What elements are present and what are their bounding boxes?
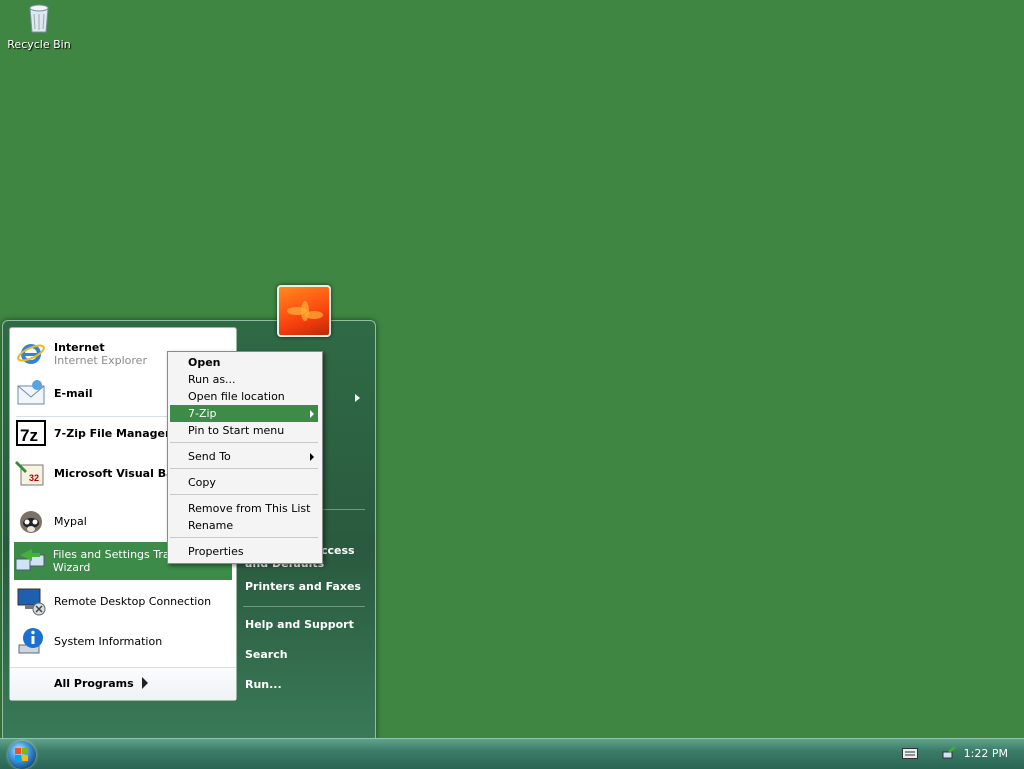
ctx-remove-from-list-label: Remove from This List bbox=[188, 502, 311, 515]
all-programs-arrow-icon bbox=[142, 677, 148, 689]
ctx-open-label: Open bbox=[188, 356, 221, 369]
remote-desktop-icon bbox=[14, 584, 48, 618]
right-run[interactable]: Run... bbox=[245, 678, 282, 691]
ctx-separator bbox=[170, 468, 318, 469]
ctx-run-as[interactable]: Run as... bbox=[170, 371, 318, 388]
ctx-properties[interactable]: Properties bbox=[170, 543, 318, 560]
ctx-rename-label: Rename bbox=[188, 519, 234, 532]
email-icon bbox=[14, 376, 48, 410]
keyboard-icon[interactable] bbox=[902, 748, 918, 759]
ctx-rename[interactable]: Rename bbox=[170, 517, 318, 534]
7zip-icon: 7z bbox=[14, 416, 48, 450]
ctx-copy[interactable]: Copy bbox=[170, 474, 318, 491]
program-remote-desktop-label: Remote Desktop Connection bbox=[54, 594, 212, 608]
ctx-send-to[interactable]: Send To bbox=[170, 448, 318, 465]
system-tray: 1:22 PM bbox=[884, 739, 1024, 769]
internet-explorer-icon bbox=[14, 337, 48, 371]
svg-text:32: 32 bbox=[29, 473, 39, 483]
submenu-arrow-icon bbox=[310, 453, 314, 461]
program-internet-subtitle: Internet Explorer bbox=[54, 354, 147, 367]
ctx-send-to-label: Send To bbox=[188, 450, 231, 463]
user-picture[interactable] bbox=[277, 285, 331, 337]
program-system-info-label: System Information bbox=[54, 634, 163, 648]
ctx-properties-label: Properties bbox=[188, 545, 244, 558]
context-menu: Open Run as... Open file location 7-Zip … bbox=[167, 351, 323, 564]
ctx-7zip-label: 7-Zip bbox=[188, 407, 217, 420]
ctx-remove-from-list[interactable]: Remove from This List bbox=[170, 500, 318, 517]
ctx-open[interactable]: Open bbox=[170, 354, 318, 371]
program-mypal-label: Mypal bbox=[54, 514, 87, 528]
windows-flag-icon bbox=[15, 748, 28, 761]
right-pane-separator-2 bbox=[243, 606, 365, 607]
ctx-open-file-location-label: Open file location bbox=[188, 390, 285, 403]
right-pane-arrow-icon bbox=[355, 394, 360, 402]
program-internet-title: Internet bbox=[54, 341, 105, 354]
network-icon[interactable] bbox=[942, 745, 958, 761]
taskbar: 1:22 PM bbox=[0, 738, 1024, 769]
transfer-wizard-icon bbox=[14, 544, 47, 578]
ctx-copy-label: Copy bbox=[188, 476, 216, 489]
ctx-separator bbox=[170, 537, 318, 538]
svg-text:7z: 7z bbox=[20, 426, 38, 445]
right-search[interactable]: Search bbox=[245, 648, 288, 661]
ctx-separator bbox=[170, 442, 318, 443]
mypal-icon bbox=[14, 504, 48, 538]
visual-basic-icon: 32 bbox=[14, 456, 48, 490]
ctx-pin-to-start-label: Pin to Start menu bbox=[188, 424, 285, 437]
program-7zip-label: 7-Zip File Manager bbox=[54, 426, 171, 440]
right-set-program-access-tail[interactable]: ccess bbox=[321, 544, 355, 557]
taskbar-clock[interactable]: 1:22 PM bbox=[964, 747, 1008, 760]
all-programs-label: All Programs bbox=[54, 677, 134, 690]
ctx-7zip[interactable]: 7-Zip bbox=[170, 405, 318, 422]
ctx-separator bbox=[170, 494, 318, 495]
submenu-arrow-icon bbox=[310, 410, 314, 418]
program-remote-desktop[interactable]: Remote Desktop Connection bbox=[14, 582, 232, 620]
recycle-bin-label: Recycle Bin bbox=[7, 38, 71, 51]
program-email-label: E-mail bbox=[54, 386, 93, 400]
right-printers-and-faxes[interactable]: Printers and Faxes bbox=[245, 580, 361, 593]
recycle-bin-icon bbox=[29, 4, 49, 33]
recycle-bin-desktop-icon[interactable]: Recycle Bin bbox=[6, 2, 72, 51]
ctx-run-as-label: Run as... bbox=[188, 373, 236, 386]
all-programs-button[interactable]: All Programs bbox=[10, 667, 236, 700]
ctx-open-file-location[interactable]: Open file location bbox=[170, 388, 318, 405]
program-system-info[interactable]: System Information bbox=[14, 622, 232, 660]
right-help-and-support[interactable]: Help and Support bbox=[245, 618, 354, 631]
ctx-pin-to-start[interactable]: Pin to Start menu bbox=[170, 422, 318, 439]
start-button[interactable] bbox=[8, 741, 36, 769]
system-info-icon bbox=[14, 624, 48, 658]
